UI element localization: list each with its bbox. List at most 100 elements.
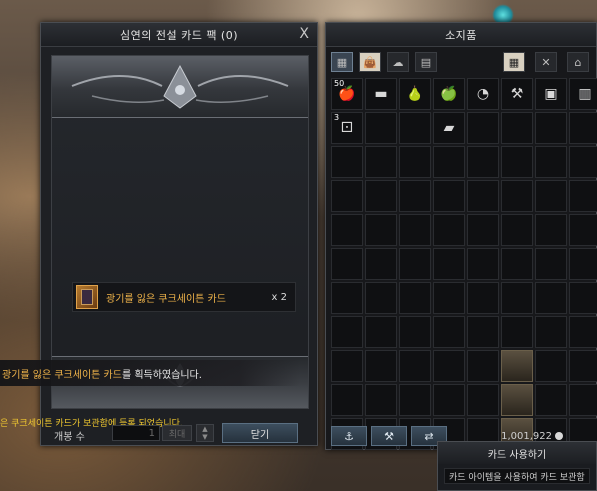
reward-row[interactable]: 광기를 잃은 쿠크세이튼 카드 x 2: [72, 282, 296, 312]
inventory-slot[interactable]: [433, 350, 465, 382]
inventory-slot[interactable]: [569, 350, 597, 382]
quantity-stepper[interactable]: ▲ ▼: [196, 424, 214, 442]
inventory-slot[interactable]: [331, 248, 363, 280]
close-icon[interactable]: X: [299, 26, 309, 42]
inventory-slot[interactable]: [535, 282, 567, 314]
inventory-slot[interactable]: [501, 384, 533, 416]
inventory-slot[interactable]: [399, 384, 431, 416]
inventory-slot[interactable]: ◔: [467, 78, 499, 110]
inventory-slot[interactable]: [399, 214, 431, 246]
inventory-slot[interactable]: [433, 316, 465, 348]
inventory-slot[interactable]: [433, 180, 465, 212]
inventory-slot[interactable]: [501, 214, 533, 246]
tab-layout[interactable]: ▦: [503, 52, 525, 72]
tab-lock[interactable]: ⌂: [567, 52, 589, 72]
inventory-slot[interactable]: [365, 214, 397, 246]
inventory-slot[interactable]: [569, 282, 597, 314]
inventory-slot[interactable]: [467, 180, 499, 212]
inventory-slot[interactable]: [501, 316, 533, 348]
inventory-slot[interactable]: [501, 350, 533, 382]
inventory-slot[interactable]: [569, 146, 597, 178]
inventory-slot[interactable]: [399, 316, 431, 348]
inventory-slot[interactable]: [365, 112, 397, 144]
inventory-slot[interactable]: [467, 384, 499, 416]
inventory-slot[interactable]: [569, 112, 597, 144]
inventory-slot[interactable]: [467, 350, 499, 382]
inventory-slot[interactable]: [433, 384, 465, 416]
card-pack-titlebar[interactable]: 심연의 전설 카드 팩 (0) X: [41, 23, 317, 47]
inventory-slot[interactable]: [331, 282, 363, 314]
tab-bag[interactable]: 👜: [359, 52, 381, 72]
inventory-slot[interactable]: [569, 248, 597, 280]
inventory-slot[interactable]: [433, 282, 465, 314]
inventory-slot[interactable]: [535, 214, 567, 246]
max-button[interactable]: 최대: [162, 425, 192, 441]
inventory-slot[interactable]: [399, 248, 431, 280]
inventory-slot[interactable]: 🍏: [433, 78, 465, 110]
inventory-slot[interactable]: ▣: [535, 78, 567, 110]
inventory-slot[interactable]: [569, 214, 597, 246]
inventory-slot[interactable]: [433, 146, 465, 178]
chevron-down-icon[interactable]: ▼: [202, 433, 207, 441]
inventory-slot[interactable]: [501, 248, 533, 280]
inventory-slot[interactable]: [331, 180, 363, 212]
chevron-up-icon[interactable]: ▲: [202, 425, 207, 433]
inventory-slot[interactable]: [569, 180, 597, 212]
inventory-slot[interactable]: ⚀ 3: [331, 112, 363, 144]
inventory-slot[interactable]: [331, 214, 363, 246]
inventory-slot[interactable]: [467, 214, 499, 246]
inventory-slot[interactable]: [399, 350, 431, 382]
inventory-slot[interactable]: [467, 146, 499, 178]
inventory-slot[interactable]: [569, 316, 597, 348]
inventory-slot[interactable]: [501, 180, 533, 212]
inventory-slot[interactable]: [467, 248, 499, 280]
inventory-slot[interactable]: [535, 316, 567, 348]
inventory-slot[interactable]: [331, 316, 363, 348]
inventory-slot[interactable]: [399, 180, 431, 212]
inventory-slot[interactable]: [501, 146, 533, 178]
inventory-slot[interactable]: [569, 384, 597, 416]
inventory-slot[interactable]: [501, 282, 533, 314]
inventory-slot[interactable]: [535, 180, 567, 212]
inventory-slot[interactable]: [535, 384, 567, 416]
tab-book[interactable]: ▤: [415, 52, 437, 72]
inventory-slot[interactable]: [365, 180, 397, 212]
tab-sort[interactable]: ✕: [535, 52, 557, 72]
tab-grid[interactable]: ▦: [331, 52, 353, 72]
inventory-slot[interactable]: [433, 214, 465, 246]
inventory-slot[interactable]: [365, 316, 397, 348]
inventory-slot[interactable]: 🍎 50: [331, 78, 363, 110]
inventory-slot[interactable]: [467, 112, 499, 144]
inventory-slot[interactable]: [433, 248, 465, 280]
inventory-slot[interactable]: [535, 248, 567, 280]
inventory-slot[interactable]: ▰: [433, 112, 465, 144]
inventory-titlebar[interactable]: 소지품: [326, 23, 596, 47]
inventory-slot[interactable]: ▥: [569, 78, 597, 110]
open-count-input[interactable]: 1: [112, 425, 160, 441]
item-quantity: 3: [334, 113, 340, 122]
tab-pet[interactable]: ☁: [387, 52, 409, 72]
inventory-slot[interactable]: [467, 316, 499, 348]
inventory-slot[interactable]: [365, 282, 397, 314]
close-button[interactable]: 닫기: [222, 423, 298, 443]
inventory-slot[interactable]: [331, 350, 363, 382]
inventory-slot[interactable]: [365, 350, 397, 382]
inventory-slot[interactable]: 🍐: [399, 78, 431, 110]
disassemble-button[interactable]: ⚒: [371, 426, 407, 446]
inventory-slot[interactable]: [535, 350, 567, 382]
inventory-slot[interactable]: [365, 384, 397, 416]
inventory-slot[interactable]: ⚒: [501, 78, 533, 110]
inventory-slot[interactable]: [365, 248, 397, 280]
repair-button[interactable]: ⚓: [331, 426, 367, 446]
inventory-slot[interactable]: [331, 384, 363, 416]
inventory-slot[interactable]: [535, 112, 567, 144]
inventory-slot[interactable]: ▬: [365, 78, 397, 110]
inventory-slot[interactable]: [467, 282, 499, 314]
inventory-slot[interactable]: [331, 146, 363, 178]
inventory-slot[interactable]: [399, 112, 431, 144]
inventory-slot[interactable]: [365, 146, 397, 178]
inventory-slot[interactable]: [399, 282, 431, 314]
inventory-slot[interactable]: [535, 146, 567, 178]
inventory-slot[interactable]: [399, 146, 431, 178]
inventory-slot[interactable]: [501, 112, 533, 144]
